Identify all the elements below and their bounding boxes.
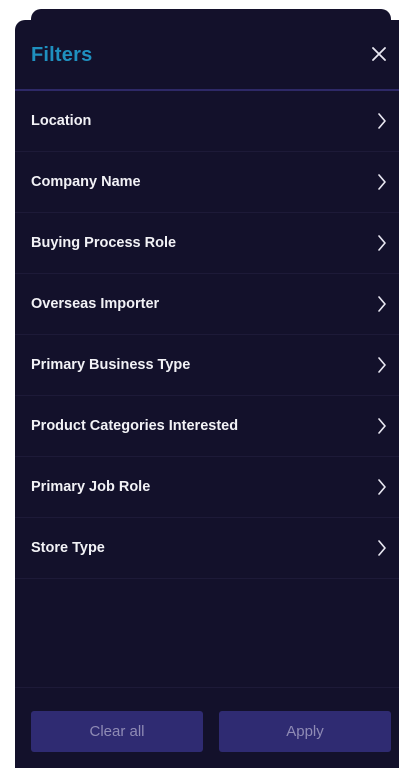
chevron-right-icon [378, 174, 386, 190]
filter-item-label: Primary Business Type [31, 357, 191, 373]
filters-screen: Filters Location Company Name Buying Pro… [0, 0, 399, 768]
chevron-right-icon [378, 418, 386, 434]
filter-item-label: Company Name [31, 174, 141, 190]
filter-item-buying-process-role[interactable]: Buying Process Role [15, 213, 399, 274]
filters-panel: Filters Location Company Name Buying Pro… [15, 20, 399, 768]
close-icon[interactable] [371, 46, 387, 62]
filter-item-primary-business-type[interactable]: Primary Business Type [15, 335, 399, 396]
filter-item-product-categories-interested[interactable]: Product Categories Interested [15, 396, 399, 457]
filter-item-label: Product Categories Interested [31, 418, 239, 434]
chevron-right-icon [378, 296, 386, 312]
footer-divider [15, 687, 399, 688]
filter-item-location[interactable]: Location [15, 91, 399, 152]
filter-item-overseas-importer[interactable]: Overseas Importer [15, 274, 399, 335]
filter-item-label: Buying Process Role [31, 235, 177, 251]
filter-item-primary-job-role[interactable]: Primary Job Role [15, 457, 399, 518]
filter-item-store-type[interactable]: Store Type [15, 518, 399, 579]
filter-item-label: Overseas Importer [31, 296, 160, 312]
chevron-right-icon [378, 479, 386, 495]
clear-all-button[interactable]: Clear all [31, 711, 203, 752]
chevron-right-icon [378, 357, 386, 373]
filter-item-label: Location [31, 113, 92, 129]
filters-header: Filters [15, 20, 399, 91]
apply-button[interactable]: Apply [219, 711, 391, 752]
filter-item-label: Primary Job Role [31, 479, 151, 495]
chevron-right-icon [378, 235, 386, 251]
filter-list: Location Company Name Buying Process Rol… [15, 91, 399, 579]
filter-item-company-name[interactable]: Company Name [15, 152, 399, 213]
filter-item-label: Store Type [31, 540, 105, 556]
chevron-right-icon [378, 540, 386, 556]
page-title: Filters [31, 44, 93, 66]
chevron-right-icon [378, 113, 386, 129]
